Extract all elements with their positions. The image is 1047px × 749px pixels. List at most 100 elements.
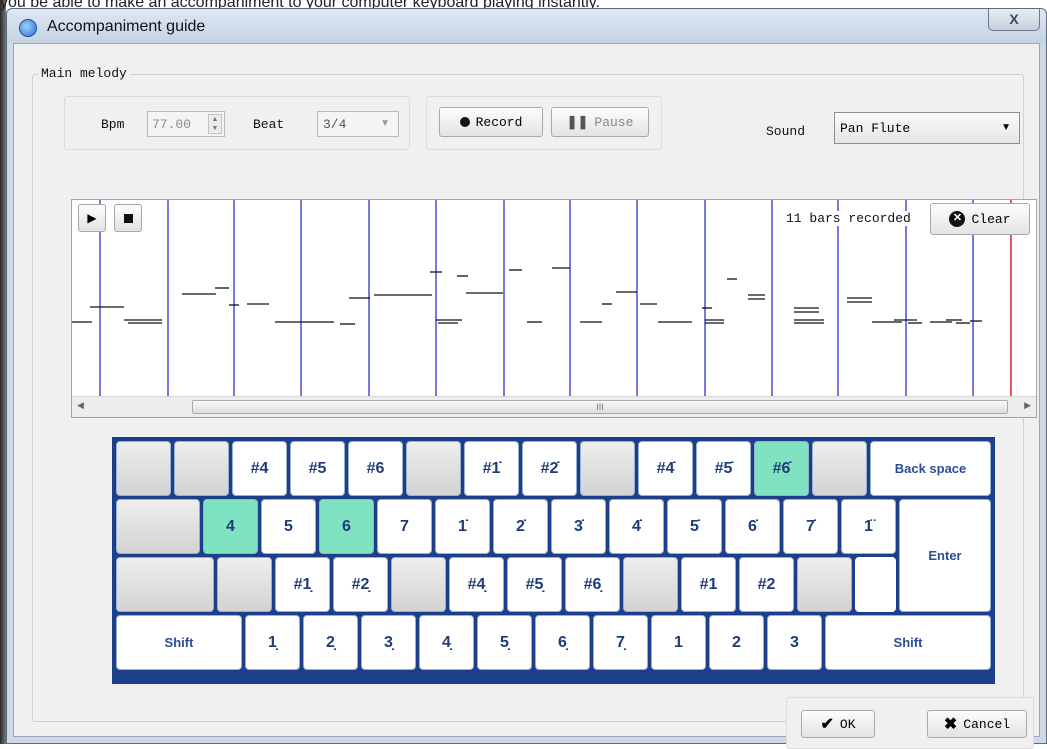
cancel-label: Cancel [963,716,1011,732]
key-r3-9[interactable] [623,557,678,612]
key-r2-5[interactable]: 7 [377,499,432,554]
key-r1-5[interactable]: #6 [348,441,403,496]
record-button[interactable]: Record [439,107,543,137]
stop-button[interactable] [114,204,142,232]
key-r1-13[interactable] [812,441,867,496]
scroll-thumb[interactable]: III [192,400,1008,414]
app-icon [19,19,37,37]
key-r4-4[interactable]: 3̣ [361,615,416,670]
key-r3-2[interactable] [217,557,272,612]
dialog-buttons-panel: ✔ OK ✖ Cancel [786,697,1034,749]
ok-label: OK [839,716,856,732]
key-r1-4[interactable]: #5 [290,441,345,496]
key-r3-8[interactable]: #6̣ [565,557,620,612]
clear-button[interactable]: ✕ Clear [930,203,1030,235]
key-r1-1[interactable] [116,441,171,496]
key-r2-6[interactable]: 1̇ [435,499,490,554]
key-r4-2[interactable]: 1̣ [245,615,300,670]
key-r1-9[interactable] [580,441,635,496]
key-r2-2[interactable]: 4 [203,499,258,554]
key-r1-7[interactable]: #1̇ [464,441,519,496]
key-r2-11[interactable]: 6̇ [725,499,780,554]
key-r2-7[interactable]: 2̇ [493,499,548,554]
key-r3-7[interactable]: #5̣ [507,557,562,612]
chevron-down-icon: ▼ [380,118,390,129]
ok-button[interactable]: ✔ OK [801,710,875,738]
record-panel: Record ❚❚ Pause [426,96,662,150]
key-r1-2[interactable] [174,441,229,496]
tempo-panel: Bpm 77.00 ▲ ▼ Beat 3/4 ▼ [64,96,410,150]
key-shift-left[interactable]: Shift [116,615,242,670]
dialog-body: Main melody Bpm 77.00 ▲ ▼ Beat 3/4 ▼ Rec… [13,43,1040,749]
melody-roll[interactable]: ▶ 11 bars recorded ✕ Clear ◀ III ▶ [71,199,1037,418]
cancel-icon: ✖ [943,716,958,734]
key-r2-4[interactable]: 6 [319,499,374,554]
sound-select[interactable]: Pan Flute ▼ [834,112,1020,144]
stop-icon [123,213,133,223]
key-r2-12[interactable]: 7̇ [783,499,838,554]
sound-label: Sound [766,124,806,139]
key-r2-3[interactable]: 5 [261,499,316,554]
beat-label: Beat [253,117,285,132]
key-r3-6[interactable]: #4̣ [449,557,504,612]
key-backspace[interactable]: Back space [870,441,991,496]
pause-icon: ❚❚ [566,114,589,130]
key-r3-13[interactable] [855,557,896,612]
key-r2-9[interactable]: 4̇ [609,499,664,554]
key-r4-7[interactable]: 6̣ [535,615,590,670]
clear-label: Clear [971,211,1011,227]
horizontal-scrollbar[interactable]: ◀ III ▶ [72,396,1036,417]
key-r2-13[interactable]: 1̈ [841,499,896,554]
key-r2-8[interactable]: 3̇ [551,499,606,554]
key-r2-10[interactable]: 5̇ [667,499,722,554]
pause-label: Pause [594,114,634,130]
key-shift-right[interactable]: Shift [825,615,991,670]
scroll-right-icon[interactable]: ▶ [1024,400,1031,411]
computer-keyboard: #4 #5 #6 #1̇ #2̇ #4̇ #5̇ #6̇ Back space … [112,437,995,684]
key-r3-11[interactable]: #2 [739,557,794,612]
key-r4-9[interactable]: 1 [651,615,706,670]
cancel-button[interactable]: ✖ Cancel [927,710,1027,738]
key-r1-8[interactable]: #2̇ [522,441,577,496]
chevron-down-icon: ▼ [1001,122,1011,133]
key-r1-6[interactable] [406,441,461,496]
play-button[interactable]: ▶ [78,204,106,232]
key-r1-11[interactable]: #5̇ [696,441,751,496]
record-icon [459,117,470,127]
pause-button[interactable]: ❚❚ Pause [551,107,649,137]
key-r3-10[interactable]: #1 [681,557,736,612]
close-button[interactable]: X [988,9,1040,31]
play-icon: ▶ [87,211,97,226]
key-r4-10[interactable]: 2 [709,615,764,670]
key-r1-10[interactable]: #4̇ [638,441,693,496]
key-r4-5[interactable]: 4̣ [419,615,474,670]
title-bar[interactable]: Accompaniment guide X [7,9,1046,43]
beat-value: 3/4 [323,117,347,132]
bpm-label: Bpm [101,117,125,132]
spin-up-icon[interactable]: ▲ [209,115,221,124]
key-r4-8[interactable]: 7̣ [593,615,648,670]
key-r1-12[interactable]: #6̇ [754,441,809,496]
checkmark-icon: ✔ [820,716,834,734]
window-title: Accompaniment guide [47,18,206,35]
sound-value: Pan Flute [840,121,911,136]
scroll-left-icon[interactable]: ◀ [77,400,84,411]
record-label: Record [475,114,523,130]
key-r3-4[interactable]: #2̣ [333,557,388,612]
spin-down-icon[interactable]: ▼ [209,124,221,133]
key-r3-3[interactable]: #1̣ [275,557,330,612]
key-r3-12[interactable] [797,557,852,612]
bpm-stepper[interactable]: ▲ ▼ [208,114,222,134]
key-r4-3[interactable]: 2̣ [303,615,358,670]
melody-notes [72,200,1012,396]
key-r4-6[interactable]: 5̣ [477,615,532,670]
bpm-spinbox[interactable]: 77.00 ▲ ▼ [147,111,225,137]
key-r1-3[interactable]: #4 [232,441,287,496]
key-r3-1[interactable] [116,557,214,612]
clear-icon: ✕ [949,211,966,227]
key-r2-1[interactable] [116,499,200,554]
key-r4-11[interactable]: 3 [767,615,822,670]
key-r3-5[interactable] [391,557,446,612]
beat-select[interactable]: 3/4 ▼ [317,111,399,137]
key-enter[interactable]: Enter [899,499,991,612]
